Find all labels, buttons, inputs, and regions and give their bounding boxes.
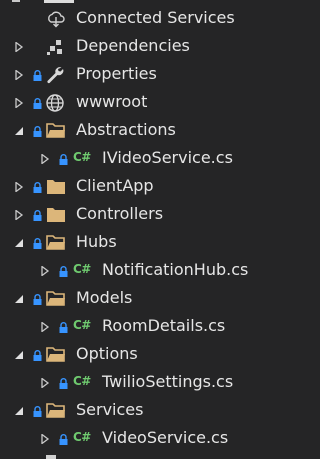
chevron-right-icon[interactable] — [40, 378, 50, 388]
chevron-right-icon[interactable] — [14, 42, 24, 52]
tree-item-hubs[interactable]: Hubs — [0, 229, 305, 257]
csharp-file-icon: C# — [73, 262, 91, 276]
folder-open-icon — [46, 347, 65, 362]
lock-icon — [33, 406, 42, 417]
folder-open-icon — [46, 235, 65, 250]
chevron-right-icon[interactable] — [14, 210, 24, 220]
tree-item-abstractions[interactable]: Abstractions — [0, 117, 305, 145]
clipped-row-remnant — [46, 455, 56, 459]
chevron-right-icon[interactable] — [14, 98, 24, 108]
tree-item-services[interactable]: Services — [0, 397, 305, 425]
csharp-file-icon: C# — [73, 318, 91, 332]
chevron-right-icon[interactable] — [14, 70, 24, 80]
folder-icon — [47, 180, 65, 194]
tree-item-label: Connected Services — [76, 8, 235, 27]
tree-item-label: Hubs — [76, 232, 117, 251]
csharp-file-icon: C# — [73, 374, 91, 388]
lock-icon — [59, 266, 68, 277]
lock-icon — [33, 98, 42, 109]
tree-item-label: RoomDetails.cs — [102, 316, 226, 335]
chevron-expanded-icon[interactable] — [14, 294, 24, 304]
tree-item-label: VideoService.cs — [102, 428, 229, 447]
chevron-right-icon[interactable] — [40, 322, 50, 332]
tree-item-label: Dependencies — [76, 36, 190, 55]
tree-item-clientapp[interactable]: ClientApp — [0, 173, 305, 201]
tree-item-wwwroot[interactable]: wwwroot — [0, 89, 305, 117]
tree-item-label: TwilioSettings.cs — [102, 372, 234, 391]
tree-item-label: Services — [76, 400, 144, 419]
lock-icon — [33, 126, 42, 137]
chevron-right-icon[interactable] — [40, 266, 50, 276]
tree-item-label: IVideoService.cs — [102, 148, 233, 167]
lock-icon — [33, 294, 42, 305]
chevron-expanded-icon[interactable] — [14, 238, 24, 248]
folder-open-icon — [46, 123, 65, 138]
lock-icon — [33, 210, 42, 221]
lock-icon — [59, 154, 68, 165]
chevron-expanded-icon[interactable] — [14, 406, 24, 416]
tree-item-label: NotificationHub.cs — [102, 260, 249, 279]
tree-item-label: wwwroot — [76, 92, 148, 111]
chevron-expanded-icon[interactable] — [14, 350, 24, 360]
clipped-row-remnant — [12, 0, 74, 3]
chevron-right-icon[interactable] — [40, 434, 50, 444]
chevron-right-icon[interactable] — [40, 154, 50, 164]
tree-item-ivideoservice-cs[interactable]: C# IVideoService.cs — [0, 145, 305, 173]
wrench-icon — [47, 67, 64, 84]
csharp-file-icon: C# — [73, 150, 91, 164]
lock-icon — [59, 434, 68, 445]
folder-icon — [47, 208, 65, 222]
dependencies-icon — [47, 40, 62, 55]
tree-item-connected-services[interactable]: Connected Services — [0, 5, 305, 33]
lock-icon — [33, 238, 42, 249]
tree-item-dependencies[interactable]: Dependencies — [0, 33, 305, 61]
tree-item-models[interactable]: Models — [0, 285, 305, 313]
tree-item-label: Properties — [76, 64, 157, 83]
tree-item-label: Options — [76, 344, 138, 363]
lock-icon — [59, 322, 68, 333]
tree-item-twiliosettings-cs[interactable]: C# TwilioSettings.cs — [0, 369, 305, 397]
cloud-connected-icon — [48, 11, 65, 28]
tree-item-properties[interactable]: Properties — [0, 61, 305, 89]
lock-icon — [59, 378, 68, 389]
folder-open-icon — [46, 403, 65, 418]
tree-item-videoservice-cs[interactable]: C# VideoService.cs — [0, 425, 305, 453]
folder-open-icon — [46, 291, 65, 306]
chevron-right-icon[interactable] — [14, 182, 24, 192]
tree-item-options[interactable]: Options — [0, 341, 305, 369]
tree-item-label: ClientApp — [76, 176, 154, 195]
tree-item-label: Controllers — [76, 204, 164, 223]
tree-item-label: Models — [76, 288, 133, 307]
csharp-file-icon: C# — [73, 430, 91, 444]
chevron-expanded-icon[interactable] — [14, 126, 24, 136]
lock-icon — [33, 70, 42, 81]
tree-item-label: Abstractions — [76, 120, 176, 139]
globe-icon — [46, 94, 64, 112]
tree-item-roomdetails-cs[interactable]: C# RoomDetails.cs — [0, 313, 305, 341]
tree-item-controllers[interactable]: Controllers — [0, 201, 305, 229]
lock-icon — [33, 182, 42, 193]
tree-item-notificationhub-cs[interactable]: C# NotificationHub.cs — [0, 257, 305, 285]
lock-icon — [33, 350, 42, 361]
